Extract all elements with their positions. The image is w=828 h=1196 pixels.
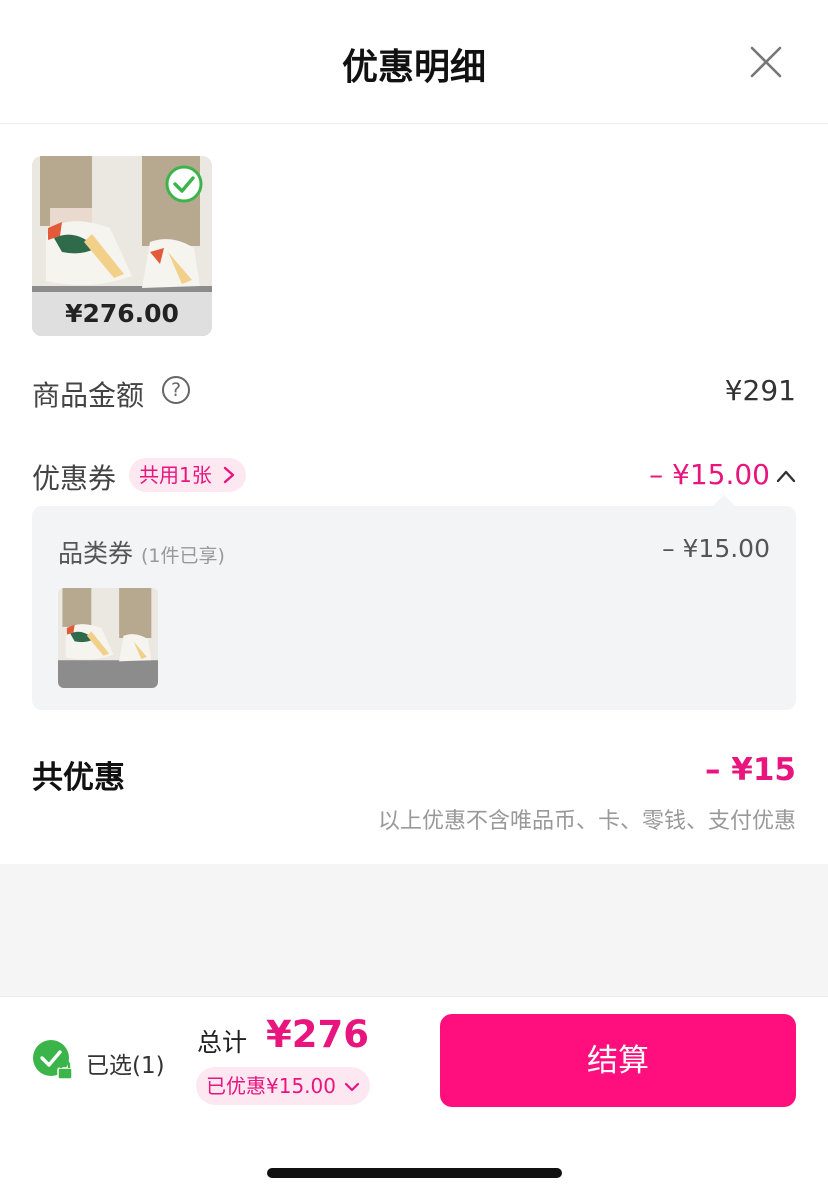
selected-count: 已选(1) [86, 1053, 165, 1079]
total-discount-value: – ¥15 [704, 752, 796, 788]
category-coupon-amount: – ¥15.00 [662, 534, 770, 563]
coupon-amount: – ¥15.00 [649, 458, 770, 491]
checkout-button[interactable]: 结算 [440, 1014, 796, 1107]
goods-amount-value: ¥291 [724, 374, 796, 407]
coupon-product-thumbnail [58, 588, 158, 688]
coupon-detail-panel: 品类券 (1件已享) – ¥15.00 [32, 495, 796, 710]
total-value: ¥276 [266, 1013, 369, 1056]
goods-amount-label: 商品金额 [32, 379, 145, 412]
checkout-bar: 已选(1) 总计 ¥276 已优惠¥15.00 结算 [0, 996, 828, 1196]
chevron-right-icon [223, 466, 235, 484]
close-icon[interactable] [748, 44, 784, 80]
sheet-header: 优惠明细 [0, 0, 828, 124]
blank-area [0, 864, 828, 996]
selected-check-icon[interactable] [164, 164, 204, 204]
total-discount-label: 共优惠 [32, 760, 125, 796]
category-coupon-name: 品类券 [58, 539, 134, 568]
home-indicator [267, 1168, 562, 1178]
discount-detail-sheet: 优惠明细 ¥276.00 商品金额 ? ¥291 优惠券 共用1张 – ¥15.… [0, 0, 828, 1196]
saved-amount-toggle[interactable]: 已优惠¥15.00 [196, 1067, 371, 1105]
chevron-down-icon [345, 1082, 360, 1092]
category-coupon-sub: (1件已享) [140, 545, 225, 567]
page-title: 优惠明细 [341, 47, 486, 88]
category-coupon-label: 品类券 (1件已享) [58, 534, 225, 570]
discount-note: 以上优惠不含唯品币、卡、零钱、支付优惠 [377, 809, 796, 834]
coupon-count-text: 共用1张 [139, 463, 212, 487]
product-thumbnail-image [58, 588, 158, 688]
coupon-count-tag[interactable]: 共用1张 [129, 458, 247, 492]
panel-pointer [712, 495, 736, 507]
coupon-label: 优惠券 [32, 462, 117, 495]
product-price: ¥276.00 [32, 292, 212, 336]
selected-lock-check-icon[interactable] [32, 1039, 76, 1083]
help-icon[interactable]: ? [162, 376, 190, 404]
product-card[interactable]: ¥276.00 [32, 156, 212, 336]
total-label: 总计 [197, 1028, 248, 1057]
chevron-up-icon[interactable] [776, 468, 796, 484]
saved-amount-text: 已优惠¥15.00 [206, 1074, 336, 1098]
